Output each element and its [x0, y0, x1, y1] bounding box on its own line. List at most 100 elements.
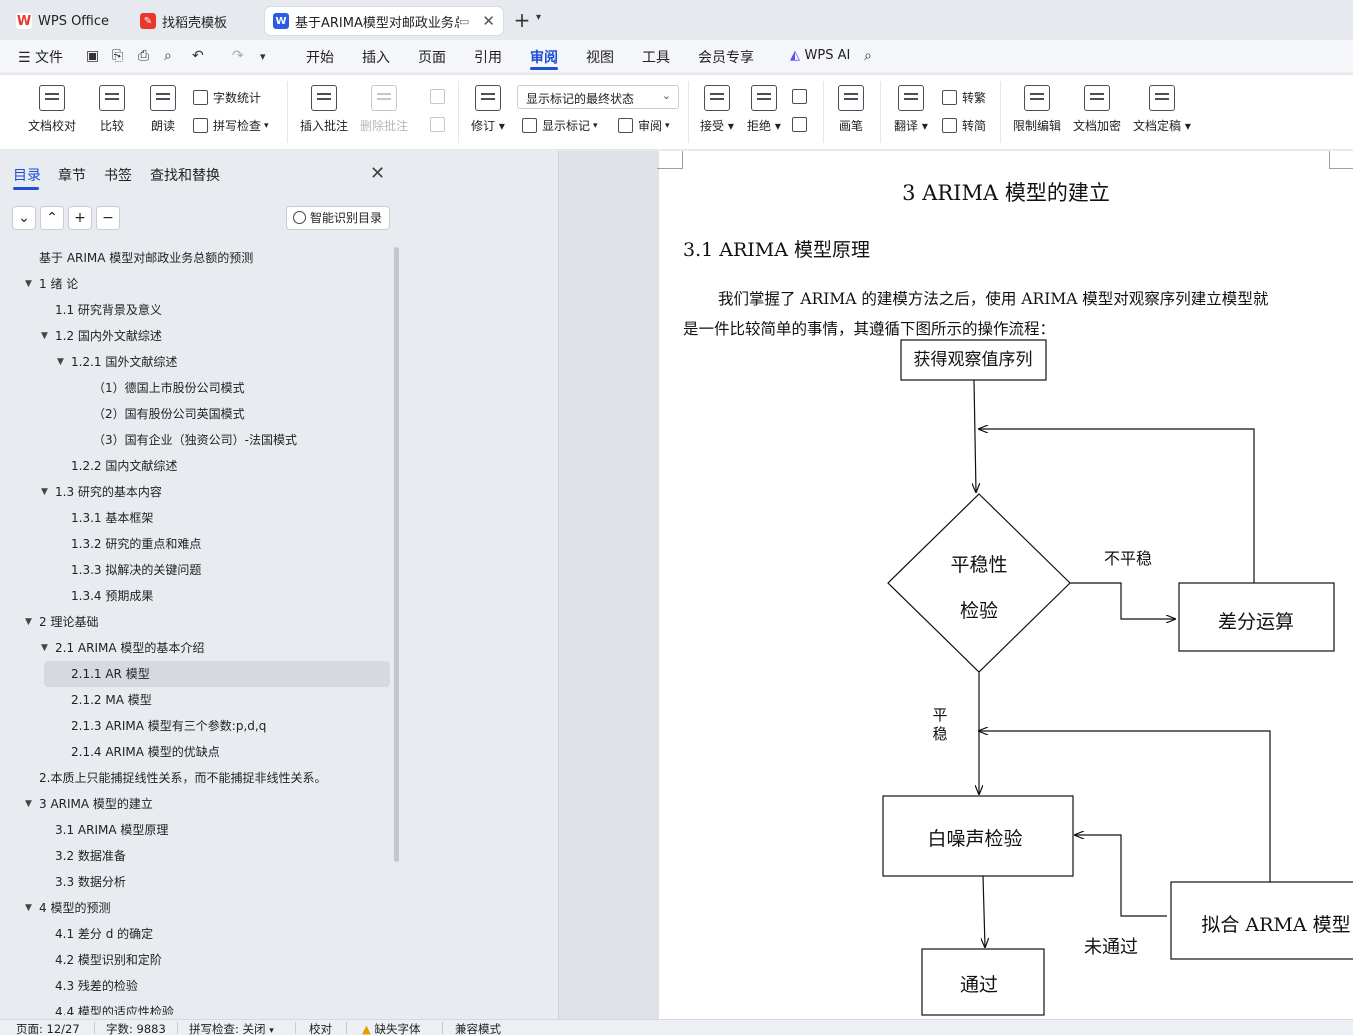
nav-tab-toc[interactable]: 目录 — [13, 165, 41, 185]
search-icon[interactable]: ⌕ — [864, 48, 872, 64]
file-menu[interactable]: ☰ 文件 — [18, 47, 63, 67]
word-count-button[interactable]: 字数统计 — [193, 89, 261, 106]
menu-tools[interactable]: 工具 — [642, 47, 670, 67]
spell-check-button[interactable]: 拼写检查 ▾ — [193, 117, 269, 134]
tab-wps-office[interactable]: W WPS Office — [8, 6, 124, 36]
toc-item[interactable]: 1.3.2 研究的重点和难点 — [71, 531, 390, 557]
insert-comment-button[interactable]: 插入批注 — [300, 85, 348, 134]
reject-button[interactable]: 拒绝 ▾ — [747, 85, 781, 134]
toc-item[interactable]: 3 ARIMA 模型的建立 — [39, 791, 390, 817]
expand-arrow-icon[interactable]: ▼ — [41, 323, 48, 349]
expand-arrow-icon[interactable]: ▼ — [41, 479, 48, 505]
review-pane-button[interactable]: 审阅 ▾ — [618, 117, 670, 134]
expand-arrow-icon[interactable]: ▼ — [25, 791, 32, 817]
tab-current-document[interactable]: W 基于ARIMA模型对邮政业务总 ▭ ✕ — [264, 6, 504, 36]
print-preview-icon[interactable]: ⌕ — [164, 48, 172, 64]
add-heading-button[interactable]: + — [68, 206, 92, 230]
nav-tab-find-replace[interactable]: 查找和替换 — [150, 165, 220, 185]
menu-page[interactable]: 页面 — [418, 47, 446, 67]
menu-home[interactable]: 开始 — [306, 47, 334, 67]
previous-comment-button[interactable] — [430, 89, 450, 104]
menu-view[interactable]: 视图 — [586, 47, 614, 67]
wps-ai-button[interactable]: ◭ WPS AI — [790, 48, 850, 63]
new-tab-icon[interactable]: + — [512, 8, 532, 32]
toc-item[interactable]: （1）德国上市股份公司模式 — [93, 375, 390, 401]
tab-docer-templates[interactable]: ✎ 找稻壳模板 — [132, 6, 256, 36]
toc-item[interactable]: 3.1 ARIMA 模型原理 — [55, 817, 390, 843]
toc-item[interactable]: 3.2 数据准备 — [55, 843, 390, 869]
toc-item[interactable]: 1.1 研究背景及意义 — [55, 297, 390, 323]
expand-arrow-icon[interactable]: ▼ — [25, 895, 32, 921]
toc-item[interactable]: 4.3 残差的检验 — [55, 973, 390, 999]
previous-change-button[interactable] — [792, 89, 812, 104]
to-simplified-button[interactable]: 转简 — [942, 117, 986, 134]
toc-item[interactable]: 2.1.4 ARIMA 模型的优缺点 — [71, 739, 390, 765]
menu-references[interactable]: 引用 — [474, 47, 502, 67]
finalize-button[interactable]: 文档定稿 ▾ — [1133, 85, 1191, 134]
word-count-indicator[interactable]: 字数: 9883 — [106, 1021, 166, 1035]
close-tab-icon[interactable]: ✕ — [476, 12, 495, 30]
smart-toc-button[interactable]: 智能识别目录 — [286, 206, 390, 230]
toc-item[interactable]: 1.2.2 国内文献综述 — [71, 453, 390, 479]
menu-insert[interactable]: 插入 — [362, 47, 390, 67]
toc-item[interactable]: 4.2 模型识别和定阶 — [55, 947, 390, 973]
save-icon[interactable]: ▣ — [86, 48, 99, 64]
toc-item[interactable]: 4.4 模型的适应性检验 — [55, 999, 390, 1015]
remove-heading-button[interactable]: − — [96, 206, 120, 230]
toc-item[interactable]: 2.本质上只能捕捉线性关系，而不能捕捉非线性关系。 — [39, 765, 390, 791]
toc-item[interactable]: 4.1 差分 d 的确定 — [55, 921, 390, 947]
doc-proof-button[interactable]: 文档校对 — [28, 85, 76, 134]
show-markup-button[interactable]: 显示标记 ▾ — [522, 117, 598, 134]
read-aloud-button[interactable]: 朗读 — [150, 85, 176, 134]
compare-button[interactable]: 比较 — [99, 85, 125, 134]
toc-item[interactable]: 1.3.4 预期成果 — [71, 583, 390, 609]
spell-check-status[interactable]: 拼写检查: 关闭 ▾ — [189, 1021, 274, 1035]
pen-button[interactable]: 画笔 — [838, 85, 864, 134]
markup-state-select[interactable]: 显示标记的最终状态 ⌄ — [517, 85, 679, 109]
restrict-edit-button[interactable]: 限制编辑 — [1013, 85, 1061, 134]
encrypt-button[interactable]: 文档加密 — [1073, 85, 1121, 134]
toc-item[interactable]: 1.3.3 拟解决的关键问题 — [71, 557, 390, 583]
undo-icon[interactable]: ↶ — [192, 48, 204, 64]
nav-scrollbar[interactable] — [394, 247, 399, 862]
nav-tab-chapters[interactable]: 章节 — [58, 165, 86, 185]
expand-arrow-icon[interactable]: ▼ — [57, 349, 64, 375]
toc-item[interactable]: （3）国有企业（独资公司）-法国模式 — [93, 427, 390, 453]
collapse-all-button[interactable]: ⌄ — [12, 206, 36, 230]
document-page[interactable]: 3 ARIMA 模型的建立 3.1 ARIMA 模型原理 我们掌握了 ARIMA… — [657, 151, 1353, 1019]
chevron-down-icon[interactable]: ▾ — [536, 12, 541, 23]
missing-font-status[interactable]: ▲ 缺失字体 — [362, 1021, 421, 1035]
toc-item[interactable]: （2）国有股份公司英国模式 — [93, 401, 390, 427]
next-change-button[interactable] — [792, 117, 812, 132]
toc-item[interactable]: 1.2 国内外文献综述 — [55, 323, 390, 349]
expand-up-button[interactable]: ⌃ — [40, 206, 64, 230]
to-traditional-button[interactable]: 转繁 — [942, 89, 986, 106]
toc-item[interactable]: 2 理论基础 — [39, 609, 390, 635]
nav-tab-bookmarks[interactable]: 书签 — [104, 165, 132, 185]
toc-item[interactable]: 2.1.2 MA 模型 — [71, 687, 390, 713]
toc-item[interactable]: 3.3 数据分析 — [55, 869, 390, 895]
toc-item[interactable]: 1.3 研究的基本内容 — [55, 479, 390, 505]
next-comment-button[interactable] — [430, 117, 450, 132]
track-changes-button[interactable]: 修订 ▾ — [471, 85, 505, 134]
toc-item[interactable]: 2.1.3 ARIMA 模型有三个参数:p,d,q — [71, 713, 390, 739]
page-indicator[interactable]: 页面: 12/27 — [16, 1021, 80, 1035]
accept-button[interactable]: 接受 ▾ — [700, 85, 734, 134]
close-icon[interactable]: ✕ — [370, 163, 385, 184]
toc-item[interactable]: 1.2.1 国外文献综述 — [71, 349, 390, 375]
redo-icon[interactable]: ↷ — [232, 48, 244, 64]
export-icon[interactable]: ⎘ — [112, 48, 123, 64]
proof-status[interactable]: 校对 — [309, 1021, 332, 1035]
toc-item[interactable]: 1 绪 论 — [39, 271, 390, 297]
quick-access-more-icon[interactable]: ▾ — [260, 50, 266, 63]
expand-arrow-icon[interactable]: ▼ — [25, 271, 32, 297]
toc-item[interactable]: 4 模型的预测 — [39, 895, 390, 921]
toc-item[interactable]: 1.3.1 基本框架 — [71, 505, 390, 531]
print-icon[interactable]: ⎙ — [138, 48, 149, 64]
toc-item[interactable]: 2.1.1 AR 模型 — [44, 661, 390, 687]
toc-item[interactable]: 2.1 ARIMA 模型的基本介绍 — [55, 635, 390, 661]
translate-button[interactable]: 翻译 ▾ — [894, 85, 928, 134]
menu-review[interactable]: 审阅 — [530, 47, 558, 67]
delete-comment-button[interactable]: 删除批注 — [360, 85, 408, 134]
menu-member[interactable]: 会员专享 — [698, 47, 754, 67]
